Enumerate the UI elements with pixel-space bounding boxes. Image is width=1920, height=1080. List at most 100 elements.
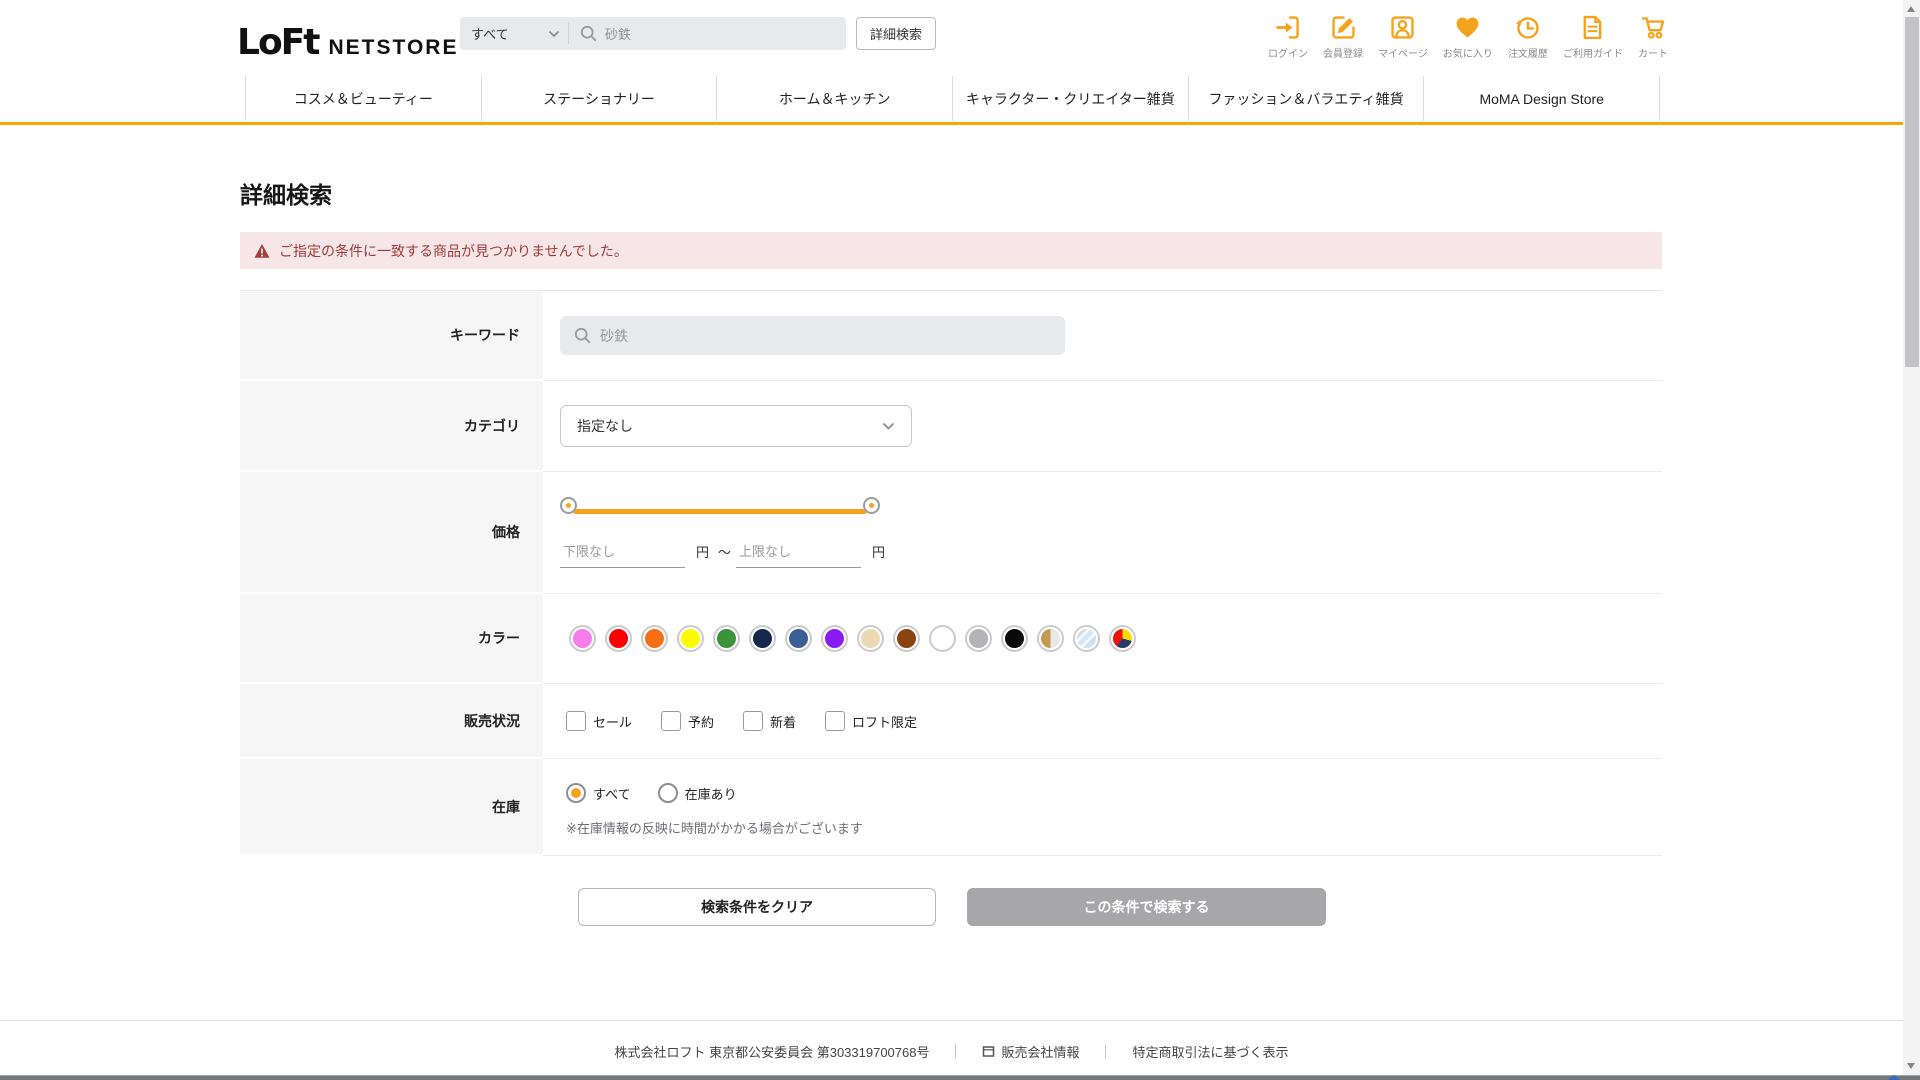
price-range-slider bbox=[562, 499, 878, 524]
scrollbar-down-arrow-icon[interactable] bbox=[1907, 1063, 1915, 1069]
logo-loft-text: LoFt bbox=[237, 22, 320, 63]
checkbox-loft-exclusive-box[interactable] bbox=[825, 711, 846, 731]
color-swatch-pink[interactable] bbox=[571, 627, 594, 650]
checkbox-sale-box[interactable] bbox=[566, 711, 586, 731]
heart-icon bbox=[1457, 17, 1479, 38]
history-clock-icon bbox=[1516, 17, 1540, 39]
login-button[interactable]: ログイン bbox=[1268, 13, 1308, 60]
checkbox-reservation-box[interactable] bbox=[661, 711, 682, 731]
clear-conditions-button[interactable]: 検索条件をクリア bbox=[578, 888, 936, 926]
guide-label: ご利用ガイド bbox=[1562, 49, 1623, 60]
register-icon bbox=[1331, 16, 1355, 39]
color-swatch-gold-silver[interactable] bbox=[1039, 627, 1062, 650]
header-utility-nav: ログイン 会員登録 マイページ お気に入り 注文履歴 ご利用ガイド カート bbox=[1268, 13, 1668, 60]
nav-item-fashion-variety[interactable]: ファッション＆バラエティ雑貨 bbox=[1187, 76, 1424, 121]
order-history-button[interactable]: 注文履歴 bbox=[1508, 13, 1548, 60]
storefront-icon bbox=[983, 1046, 995, 1057]
color-swatch-navy[interactable] bbox=[751, 627, 774, 650]
color-swatches bbox=[571, 627, 1134, 650]
nav-item-home-kitchen[interactable]: ホーム＆キッチン bbox=[716, 76, 952, 121]
stock-options: すべて 在庫あり bbox=[566, 783, 863, 803]
search-icon bbox=[580, 25, 597, 42]
nav-item-moma-design-store[interactable]: MoMA Design Store bbox=[1423, 76, 1659, 121]
price-min-input[interactable]: 下限なし bbox=[560, 538, 685, 568]
favorites-label: お気に入り bbox=[1442, 49, 1493, 60]
color-swatch-green[interactable] bbox=[715, 627, 738, 650]
price-label: 価格 bbox=[240, 472, 543, 594]
search-category-dropdown[interactable]: すべて bbox=[460, 17, 568, 50]
order-history-label: 注文履歴 bbox=[1507, 49, 1548, 60]
color-swatch-gray[interactable] bbox=[967, 627, 990, 650]
keyword-input[interactable]: 砂鉄 bbox=[560, 316, 1065, 355]
loft-logo[interactable]: LoFt NETSTORE bbox=[237, 22, 458, 63]
search-with-conditions-label: この条件で検索する bbox=[1083, 899, 1210, 915]
nav-item-character-creator[interactable]: キャラクター・クリエイター雑貨 bbox=[952, 76, 1188, 121]
search-with-conditions-button[interactable]: この条件で検索する bbox=[967, 888, 1326, 926]
category-select[interactable]: 指定なし bbox=[560, 405, 912, 447]
taskbar-accent-triangle bbox=[1888, 1075, 1900, 1080]
favorites-button[interactable]: お気に入り bbox=[1443, 13, 1493, 60]
sales-status-options: セール 予約 新着 ロフト限定 bbox=[566, 711, 917, 731]
color-swatch-blue[interactable] bbox=[787, 627, 810, 650]
color-row-content bbox=[543, 594, 1662, 684]
color-swatch-brown[interactable] bbox=[895, 627, 918, 650]
no-results-error-banner: ご指定の条件に一致する商品が見つかりませんでした。 bbox=[240, 232, 1662, 269]
footer-separator bbox=[1105, 1044, 1107, 1059]
color-swatch-yellow[interactable] bbox=[679, 627, 702, 650]
price-max-input[interactable]: 上限なし bbox=[736, 538, 862, 568]
mypage-icon bbox=[1391, 16, 1415, 39]
header-search-input[interactable]: 砂鉄 bbox=[569, 24, 846, 43]
checkbox-new-arrival-label: 新着 bbox=[770, 714, 797, 730]
checkbox-new-arrival[interactable]: 新着 bbox=[743, 711, 796, 731]
color-swatch-beige[interactable] bbox=[859, 627, 882, 650]
scrollbar-up-arrow-icon[interactable] bbox=[1907, 6, 1915, 12]
radio-all[interactable]: すべて bbox=[566, 783, 631, 803]
price-row-content: 下限なし 円 ～ 上限なし 円 bbox=[543, 472, 1662, 594]
header-search-value: 砂鉄 bbox=[605, 27, 632, 42]
price-slider-handle-min[interactable] bbox=[562, 499, 575, 512]
radio-all-circle[interactable] bbox=[566, 783, 586, 803]
login-icon bbox=[1275, 16, 1299, 39]
register-button[interactable]: 会員登録 bbox=[1323, 13, 1363, 60]
color-swatch-black[interactable] bbox=[1003, 627, 1026, 650]
guide-button[interactable]: ご利用ガイド bbox=[1563, 13, 1623, 60]
price-max-unit: 円 bbox=[872, 545, 886, 560]
detail-search-button[interactable]: 詳細検索 bbox=[856, 17, 936, 50]
footer-seller-info-link[interactable]: 販売会社情報 bbox=[982, 1042, 1079, 1061]
category-nav: コスメ＆ビューティー ステーショナリー ホーム＆キッチン キャラクター・クリエイ… bbox=[245, 76, 1660, 121]
footer-company-text: 株式会社ロフト 東京都公安委員会 第303319700768号 bbox=[614, 1045, 930, 1060]
taskbar-edge-strip bbox=[0, 1075, 1920, 1080]
checkbox-sale[interactable]: セール bbox=[566, 711, 632, 731]
radio-in-stock[interactable]: 在庫あり bbox=[657, 783, 737, 803]
mypage-label: マイページ bbox=[1378, 49, 1428, 60]
stock-controls: すべて 在庫あり ※在庫情報の反映に時間がかかる場合がございます bbox=[560, 759, 863, 837]
category-label: カテゴリ bbox=[240, 381, 543, 472]
color-swatch-red[interactable] bbox=[607, 627, 630, 650]
footer-divider bbox=[0, 1020, 1903, 1021]
cart-button[interactable]: カート bbox=[1638, 13, 1668, 60]
checkbox-new-arrival-box[interactable] bbox=[743, 711, 764, 731]
footer-separator bbox=[955, 1044, 957, 1059]
cart-label: カート bbox=[1638, 49, 1668, 60]
color-swatch-orange[interactable] bbox=[643, 627, 666, 650]
footer-law-link[interactable]: 特定商取引法に基づく表示 bbox=[1132, 1042, 1288, 1061]
radio-in-stock-circle[interactable] bbox=[657, 783, 678, 803]
color-swatch-purple[interactable] bbox=[823, 627, 846, 650]
color-swatch-multicolor[interactable] bbox=[1111, 627, 1134, 650]
stock-row-content: すべて 在庫あり ※在庫情報の反映に時間がかかる場合がございます bbox=[543, 759, 1662, 856]
checkbox-loft-exclusive-label: ロフト限定 bbox=[852, 714, 918, 730]
search-icon bbox=[574, 327, 591, 344]
cart-icon bbox=[1641, 17, 1664, 39]
checkbox-reservation[interactable]: 予約 bbox=[661, 711, 714, 731]
scrollbar-thumb[interactable] bbox=[1904, 17, 1919, 367]
vertical-scrollbar[interactable] bbox=[1903, 0, 1920, 1075]
price-slider-handle-max[interactable] bbox=[865, 499, 878, 512]
sales-status-label: 販売状況 bbox=[240, 684, 543, 759]
mypage-button[interactable]: マイページ bbox=[1378, 13, 1428, 60]
nav-item-cosme-beauty[interactable]: コスメ＆ビューティー bbox=[245, 76, 481, 121]
nav-item-stationery[interactable]: ステーショナリー bbox=[480, 76, 717, 121]
checkbox-loft-exclusive[interactable]: ロフト限定 bbox=[825, 711, 917, 731]
color-swatch-white[interactable] bbox=[931, 627, 954, 650]
chevron-down-icon bbox=[882, 422, 895, 430]
color-swatch-clear[interactable] bbox=[1075, 627, 1098, 650]
